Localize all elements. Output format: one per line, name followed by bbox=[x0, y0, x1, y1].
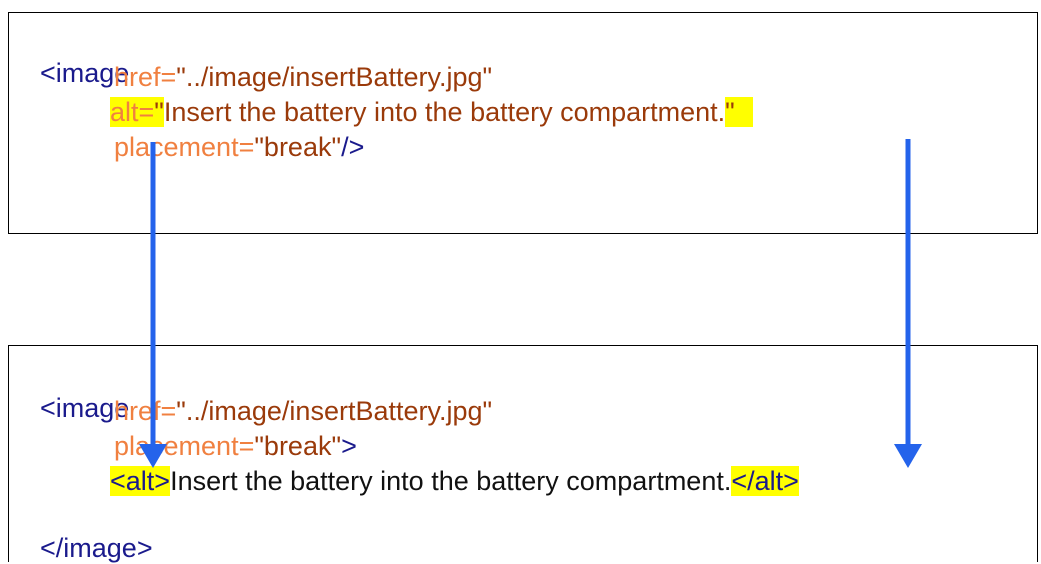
before-line-href: href="../image/insertBattery.jpg" bbox=[114, 61, 492, 93]
after-line-image-open: <image bbox=[25, 360, 129, 423]
before-placement-value: "break" bbox=[254, 132, 342, 162]
before-alt-text: Insert the battery into the battery comp… bbox=[163, 97, 726, 127]
after-alt-close-tag: </alt> bbox=[731, 466, 799, 496]
after-placement-close: > bbox=[341, 431, 357, 461]
after-line-href: href="../image/insertBattery.jpg" bbox=[114, 395, 492, 427]
after-placement-attr: placement= bbox=[114, 431, 255, 461]
before-href-value: "../image/insertBattery.jpg" bbox=[176, 62, 493, 92]
after-line-image-close: </image> bbox=[25, 500, 153, 563]
after-image-end-tag: </image> bbox=[40, 533, 153, 563]
before-alt-open-quote: " bbox=[154, 97, 164, 127]
before-alt-close-quote: " bbox=[725, 97, 753, 127]
before-line-placement: placement="break"/> bbox=[114, 131, 364, 163]
before-placement-attr: placement= bbox=[114, 132, 255, 162]
before-alt-attr-highlight: alt=" bbox=[110, 97, 164, 127]
before-line-image-open: <image bbox=[25, 25, 129, 88]
after-alt-open-tag: <alt> bbox=[110, 466, 171, 496]
after-line-alt: <alt>Insert the battery into the battery… bbox=[110, 465, 799, 497]
after-href-attr: href= bbox=[114, 396, 177, 426]
after-href-value: "../image/insertBattery.jpg" bbox=[176, 396, 493, 426]
before-close-tag: /> bbox=[341, 132, 365, 162]
after-line-placement: placement="break"> bbox=[114, 430, 357, 462]
before-alt-attr: alt= bbox=[110, 97, 155, 127]
before-line-alt: alt="Insert the battery into the battery… bbox=[110, 96, 753, 128]
after-placement-value: "break" bbox=[254, 431, 342, 461]
after-alt-text: Insert the battery into the battery comp… bbox=[170, 466, 732, 496]
before-href-attr: href= bbox=[114, 62, 177, 92]
